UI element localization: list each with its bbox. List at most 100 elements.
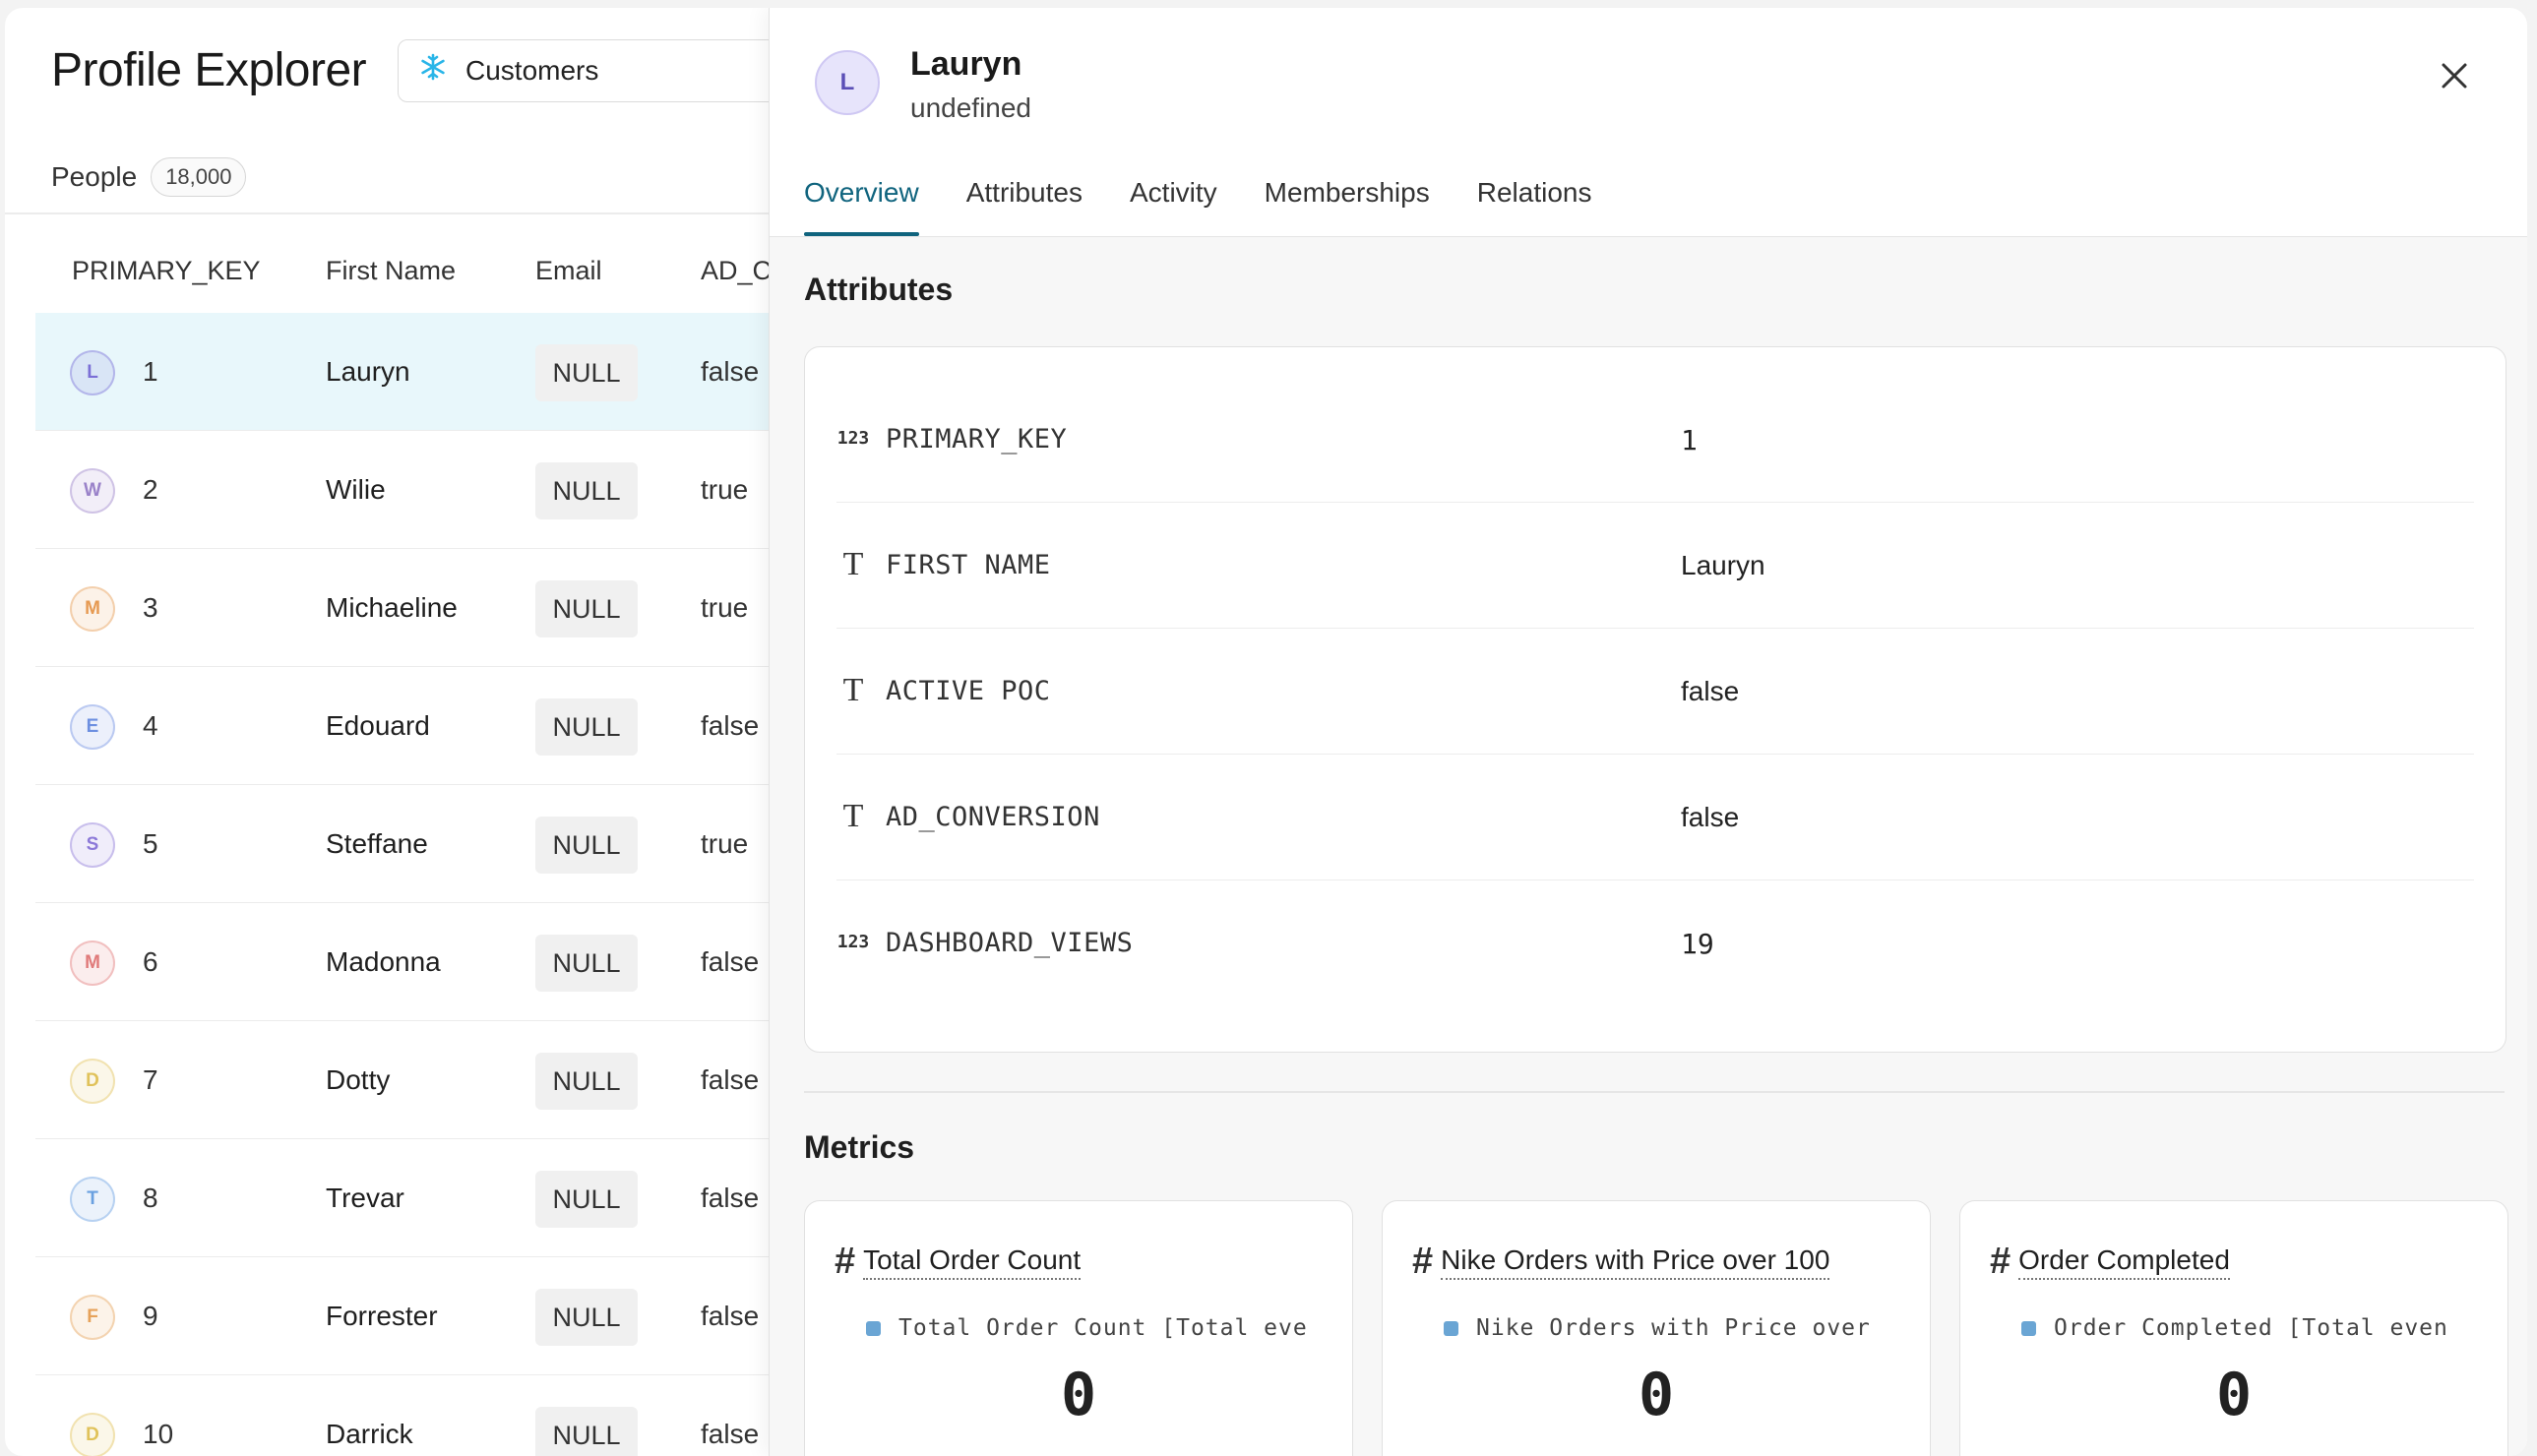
email-null-cell: NULL	[535, 698, 638, 756]
column-header-primary-key[interactable]: PRIMARY_KEY	[72, 256, 261, 286]
metric-title-text[interactable]: Order Completed	[2018, 1244, 2230, 1280]
metric-card[interactable]: # Order Completed Order Completed [Total…	[1959, 1200, 2508, 1456]
primary-key-cell: 1	[143, 356, 158, 387]
table-row[interactable]: W 2 Wilie NULL true	[35, 431, 803, 549]
metric-card[interactable]: # Nike Orders with Price over 100 Nike O…	[1382, 1200, 1931, 1456]
snowflake-icon	[418, 52, 452, 90]
page-title: Profile Explorer	[51, 44, 367, 96]
first-name-cell: Lauryn	[326, 356, 410, 387]
close-icon	[2442, 63, 2467, 89]
ad-conversion-cell: false	[701, 1183, 760, 1213]
email-null-cell: NULL	[535, 462, 638, 519]
attribute-value: false	[1681, 676, 1740, 706]
attribute-row: 123 PRIMARY_KEY 1	[836, 377, 2474, 503]
primary-key-cell: 9	[143, 1301, 158, 1331]
first-name-cell: Steffane	[326, 828, 428, 859]
table-row[interactable]: L 1 Lauryn NULL false	[35, 313, 803, 431]
table-header: PRIMARY_KEY First Name Email AD_C	[35, 236, 813, 305]
profile-avatar: L	[815, 50, 880, 115]
avatar: S	[70, 822, 115, 868]
avatar: F	[70, 1295, 115, 1340]
avatar: L	[70, 350, 115, 395]
metric-legend-text: Total Order Count [Total eve	[898, 1315, 1308, 1341]
people-count-badge: 18,000	[151, 157, 247, 197]
close-panel-button[interactable]	[2430, 51, 2479, 100]
metric-title: # Nike Orders with Price over 100	[1412, 1241, 1830, 1283]
legend-swatch	[2021, 1320, 2036, 1336]
table-row[interactable]: D 7 Dotty NULL false	[35, 1021, 803, 1139]
ad-conversion-cell: false	[701, 356, 760, 387]
tab-attributes[interactable]: Attributes	[966, 177, 1083, 236]
table-row[interactable]: D 10 Darrick NULL false	[35, 1375, 803, 1456]
app-window: Profile Explorer Customers People 18,000	[5, 8, 2527, 1456]
metric-legend-text: Order Completed [Total even	[2054, 1315, 2448, 1341]
text-type-icon: T	[842, 546, 864, 582]
attribute-value: Lauryn	[1681, 550, 1765, 580]
metric-legend: Nike Orders with Price over	[1444, 1315, 1887, 1341]
metric-value: 0	[1638, 1361, 1675, 1429]
hash-icon: #	[835, 1241, 856, 1282]
metric-legend: Total Order Count [Total eve	[866, 1315, 1309, 1341]
first-name-cell: Edouard	[326, 710, 430, 741]
metrics-section-title: Metrics	[804, 1129, 915, 1165]
tab-activity[interactable]: Activity	[1130, 177, 1217, 236]
avatar: W	[70, 468, 115, 514]
people-header: People 18,000	[51, 157, 247, 197]
email-null-cell: NULL	[535, 935, 638, 992]
metric-title-text[interactable]: Total Order Count	[863, 1244, 1082, 1280]
ad-conversion-cell: false	[701, 1064, 760, 1095]
email-null-cell: NULL	[535, 1053, 638, 1110]
tab-memberships[interactable]: Memberships	[1265, 177, 1430, 236]
primary-key-cell: 7	[143, 1064, 158, 1095]
attribute-row: T AD_CONVERSION false	[836, 755, 2474, 880]
ad-conversion-cell: true	[701, 828, 749, 859]
text-type-icon: T	[842, 798, 864, 834]
metric-card[interactable]: # Total Order Count Total Order Count [T…	[804, 1200, 1353, 1456]
metric-legend-text: Nike Orders with Price over	[1476, 1315, 1871, 1341]
metric-value: 0	[2215, 1361, 2253, 1429]
ad-conversion-cell: true	[701, 474, 749, 505]
email-null-cell: NULL	[535, 1407, 638, 1456]
avatar: T	[70, 1177, 115, 1222]
attribute-value: false	[1681, 802, 1740, 832]
profile-subtitle: undefined	[910, 92, 1032, 123]
table-row[interactable]: E 4 Edouard NULL false	[35, 667, 803, 785]
hash-icon: #	[1990, 1241, 2011, 1282]
email-null-cell: NULL	[535, 580, 638, 637]
first-name-cell: Dotty	[326, 1064, 391, 1095]
avatar: M	[70, 940, 115, 986]
avatar: E	[70, 704, 115, 750]
first-name-cell: Madonna	[326, 946, 441, 977]
tab-overview[interactable]: Overview	[804, 177, 919, 236]
first-name-cell: Wilie	[326, 474, 386, 505]
metric-value: 0	[1060, 1361, 1097, 1429]
ad-conversion-cell: false	[701, 1419, 760, 1449]
primary-key-cell: 5	[143, 828, 158, 859]
profile-tabs: Overview Attributes Activity Memberships…	[804, 177, 1639, 236]
metric-title: # Order Completed	[1990, 1241, 2230, 1283]
first-name-cell: Forrester	[326, 1301, 438, 1331]
table-row[interactable]: M 6 Madonna NULL false	[35, 903, 803, 1021]
source-select-label: Customers	[465, 55, 599, 86]
column-header-email[interactable]: Email	[535, 256, 602, 286]
email-null-cell: NULL	[535, 817, 638, 874]
column-header-first-name[interactable]: First Name	[326, 256, 456, 286]
table-row[interactable]: T 8 Trevar NULL false	[35, 1139, 803, 1257]
tab-relations[interactable]: Relations	[1477, 177, 1592, 236]
avatar: D	[70, 1413, 115, 1456]
profile-header: L Lauryn undefined Overview Attributes A…	[770, 8, 2527, 237]
attribute-value: 19	[1681, 928, 1714, 960]
divider	[5, 212, 792, 214]
attribute-key: PRIMARY_KEY	[886, 424, 1068, 455]
attribute-key: FIRST NAME	[886, 550, 1051, 580]
attribute-key: AD_CONVERSION	[886, 802, 1100, 832]
table-row[interactable]: S 5 Steffane NULL true	[35, 785, 803, 903]
table-row[interactable]: M 3 Michaeline NULL true	[35, 549, 803, 667]
legend-swatch	[1444, 1320, 1458, 1336]
table-row[interactable]: F 9 Forrester NULL false	[35, 1257, 803, 1375]
people-label: People	[51, 161, 138, 192]
primary-key-cell: 3	[143, 592, 158, 623]
attribute-row: 123 DASHBOARD_VIEWS 19	[836, 880, 2474, 1006]
column-header-ad-conversion[interactable]: AD_C	[701, 256, 772, 286]
metric-title-text[interactable]: Nike Orders with Price over 100	[1441, 1244, 1830, 1280]
